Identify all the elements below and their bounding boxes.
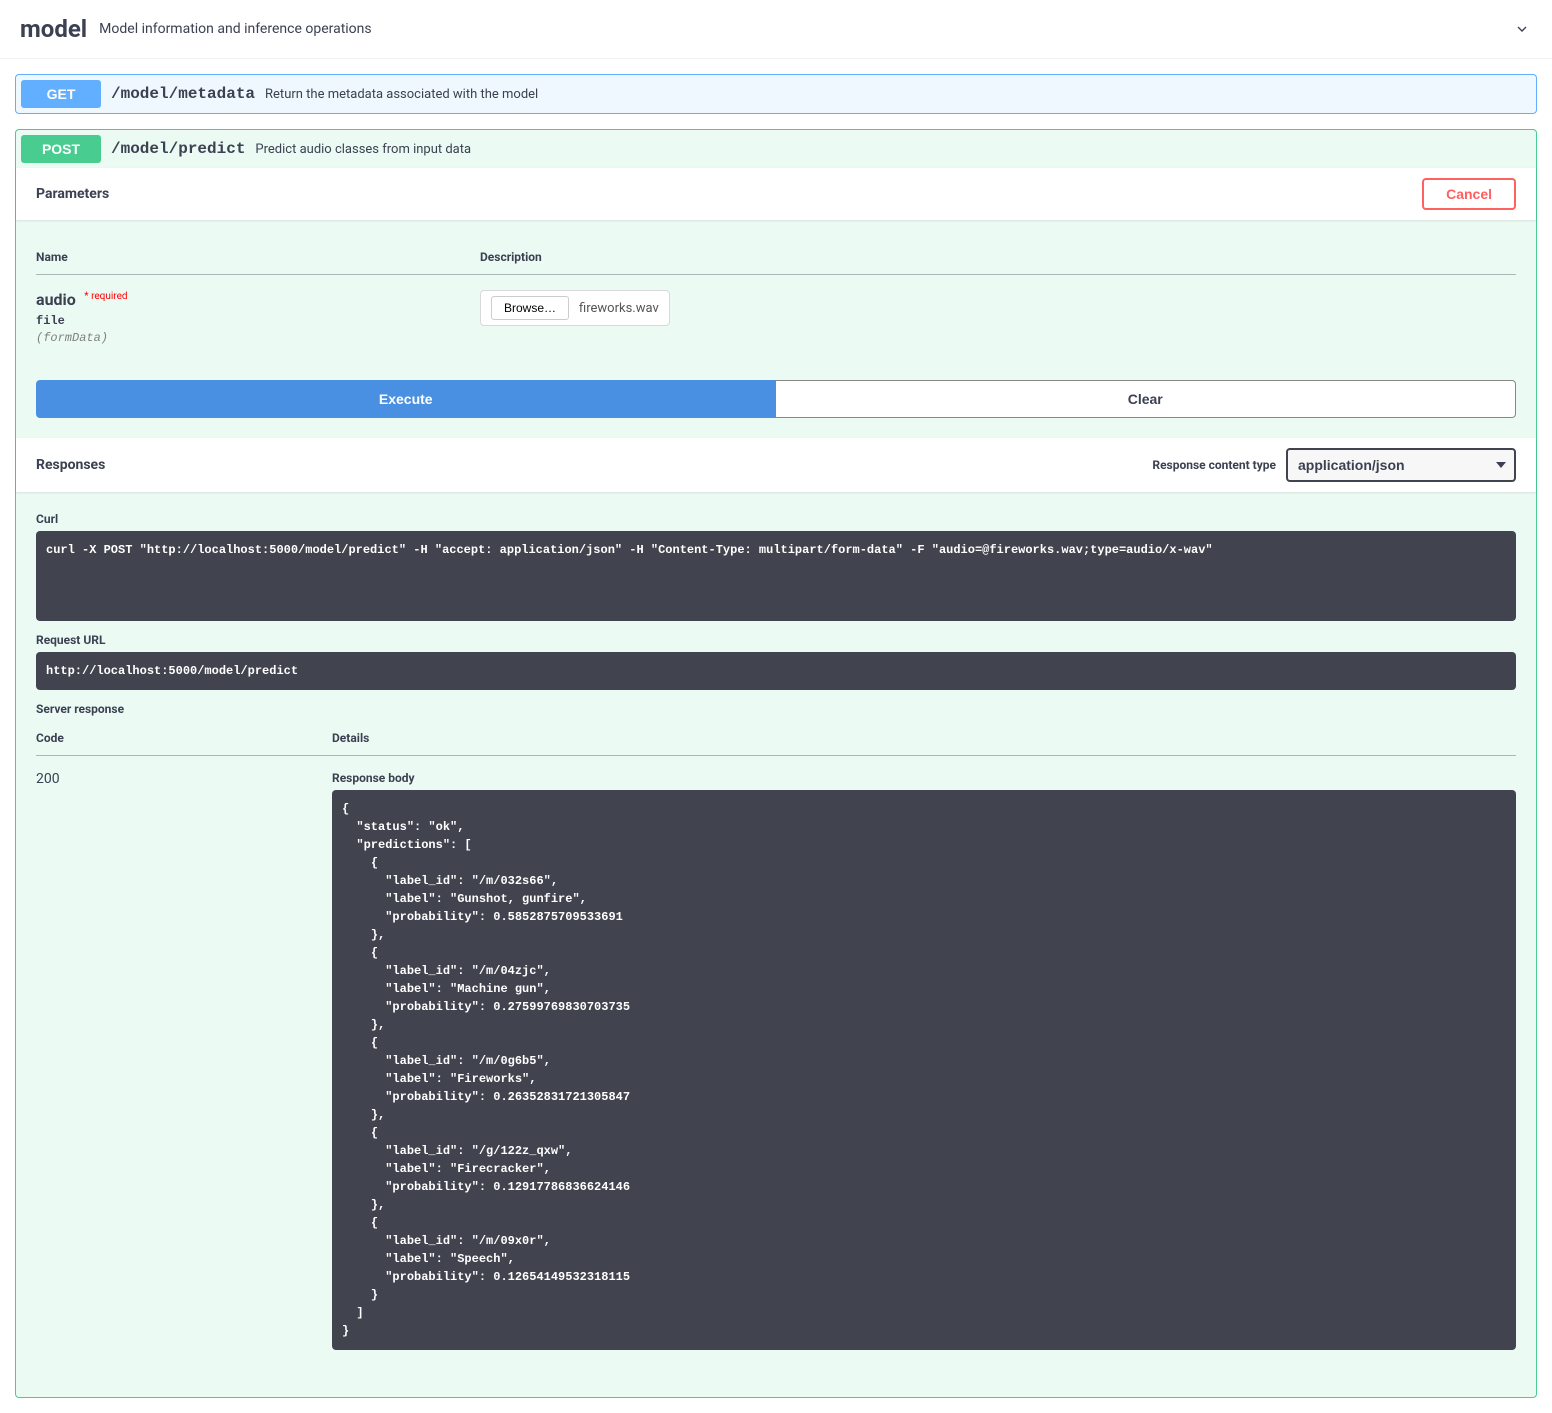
parameters-header: Parameters Cancel <box>16 168 1536 220</box>
param-name: audio <box>36 290 76 309</box>
curl-label: Curl <box>36 512 1516 526</box>
request-url[interactable]: http://localhost:5000/model/predict <box>36 652 1516 690</box>
responses-header: Responses Response content type applicat… <box>16 438 1536 492</box>
response-body-label: Response body <box>332 771 1516 785</box>
responses-table: Code Details 200 Response body { "status… <box>36 721 1516 1377</box>
opblock-summary[interactable]: GET /model/metadata Return the metadata … <box>16 75 1536 113</box>
tag-description: Model information and inference operatio… <box>99 21 1512 37</box>
op-path: /model/metadata <box>111 85 255 103</box>
param-type: file <box>36 309 480 328</box>
opblock-get-metadata: GET /model/metadata Return the metadata … <box>15 74 1537 114</box>
tag-name: model <box>20 15 87 43</box>
chevron-down-icon <box>1512 19 1532 39</box>
parameters-table: Name Description audio * required file (… <box>36 240 1516 360</box>
file-name: fireworks.wav <box>579 301 659 316</box>
execute-button[interactable]: Execute <box>36 380 776 418</box>
param-in: (formData) <box>36 328 480 345</box>
opblock-body: Parameters Cancel Name Description audio… <box>16 168 1536 1397</box>
responses-inner: Curl curl -X POST "http://localhost:5000… <box>16 492 1536 1397</box>
param-row: audio * required file (formData) Browse…… <box>36 275 1516 361</box>
tag-header[interactable]: model Model information and inference op… <box>0 0 1552 59</box>
op-path: /model/predict <box>111 140 245 158</box>
method-badge-post: POST <box>21 135 101 163</box>
col-details: Details <box>332 721 1516 756</box>
responses-title: Responses <box>36 457 1152 473</box>
col-code: Code <box>36 721 332 756</box>
response-body[interactable]: { "status": "ok", "predictions": [ { "la… <box>332 790 1516 1350</box>
browse-button[interactable]: Browse… <box>491 296 569 320</box>
cancel-button[interactable]: Cancel <box>1422 178 1516 210</box>
request-url-label: Request URL <box>36 633 1516 647</box>
method-badge-get: GET <box>21 80 101 108</box>
param-required: * required <box>79 291 127 302</box>
op-summary: Return the metadata associated with the … <box>265 87 538 102</box>
parameters-title: Parameters <box>36 186 1422 202</box>
execute-wrapper: Execute Clear <box>16 380 1536 438</box>
curl-command[interactable]: curl -X POST "http://localhost:5000/mode… <box>36 531 1516 621</box>
response-code: 200 <box>36 756 332 1378</box>
col-description: Description <box>480 240 1516 275</box>
server-response-label: Server response <box>36 702 1516 716</box>
op-summary: Predict audio classes from input data <box>255 142 471 157</box>
clear-button[interactable]: Clear <box>776 380 1517 418</box>
content-type-select[interactable]: application/json <box>1286 448 1516 482</box>
col-name: Name <box>36 240 480 275</box>
opblock-summary[interactable]: POST /model/predict Predict audio classe… <box>16 130 1536 168</box>
file-input[interactable]: Browse… fireworks.wav <box>480 290 670 326</box>
opblock-post-predict: POST /model/predict Predict audio classe… <box>15 129 1537 1398</box>
content-type-label: Response content type <box>1152 458 1276 472</box>
response-row: 200 Response body { "status": "ok", "pre… <box>36 756 1516 1378</box>
